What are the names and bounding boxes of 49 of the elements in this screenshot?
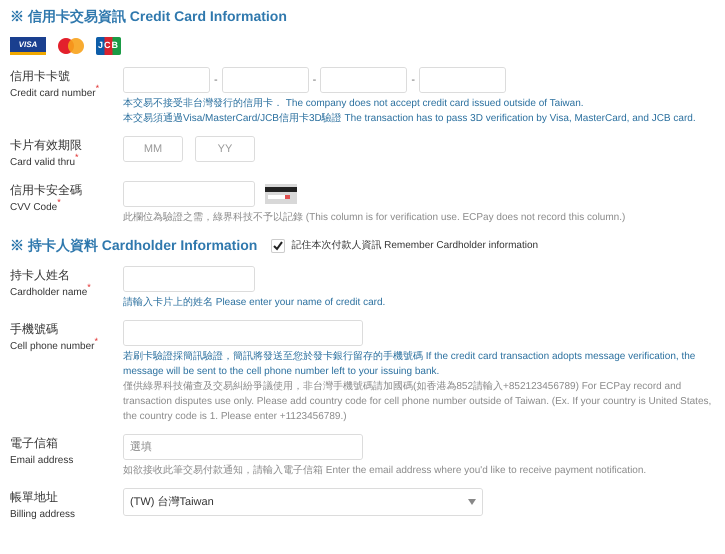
check-icon (273, 240, 284, 250)
card-number-field[interactable] (123, 67, 210, 93)
card-number-field[interactable] (320, 67, 408, 93)
separator-text: - (312, 72, 316, 88)
section-title: ※ 持卡人資料 Cardholder Information (10, 236, 258, 255)
field-sublabel: Cell phone number (10, 341, 94, 354)
card-back-icon (265, 184, 297, 204)
info-note: 本交易須通過Visa/MasterCard/JCB信用卡3D驗證 The transaction has to pass 3D verification by Visa, MasterCard, and JCB card. (123, 112, 697, 126)
required-mark: * (57, 198, 61, 207)
field-sublabel: Card valid thru (10, 157, 76, 170)
checkbox[interactable] (271, 238, 286, 252)
field-sublabel: Billing address (10, 508, 76, 522)
separator-text: - (411, 72, 416, 88)
info-note: 若刷卡驗證採簡訊驗證，簡訊將發送至您於發卡銀行留存的手機號碼 If the credit card transaction adopts message verification, the message will be sent to the cell phone number left to your issuing bank. (123, 350, 696, 379)
field-label: 信用卡卡號 (10, 68, 71, 84)
separator-text: - (214, 72, 218, 88)
expiry-field[interactable]: MM (123, 136, 183, 162)
field-label: 持卡人姓名 (10, 267, 71, 283)
field-sublabel: Email address (10, 454, 74, 468)
help-note: 如欲接收此筆交易付款通知，請輸入電子信箱 Enter the email address where you'd like to receive payment notification. (123, 464, 648, 478)
field-label: 信用卡安全碼 (10, 182, 83, 198)
cvv-field[interactable] (123, 181, 255, 207)
required-mark: * (96, 84, 100, 93)
country-select[interactable]: (TW) 台灣Taiwan (123, 488, 483, 516)
help-note: 僅供綠界科技備查及交易糾紛爭議使用，非台灣手機號碼請加國碼(如香港為852請輸入+852123456789) For ECPay record and transaction disputes use only. Please add country code for cell phone number outside of Taiwan. (Ex. If your country is United States, the country code is 1. Please enter +1123456789.) (123, 380, 712, 424)
card-logo-icon (56, 37, 86, 55)
card-number-field[interactable] (222, 67, 309, 93)
text-field[interactable]: 選填 (123, 434, 363, 460)
field-sublabel: Cardholder name (10, 287, 88, 300)
checkbox-label: 記住本次付款人資訊 Remember Cardholder information (291, 238, 538, 253)
field-label: 帳單地址 (10, 489, 59, 505)
section-title: ※ 信用卡交易資訊 Credit Card Information (10, 7, 287, 26)
help-note: 此欄位為驗證之需，綠界科技不予以記錄 (This column is for verification use. ECPay does not record this column.) (123, 210, 626, 225)
required-mark: * (94, 337, 98, 346)
card-number-field[interactable] (419, 67, 506, 93)
text-field[interactable] (123, 320, 363, 346)
expiry-field[interactable]: YY (195, 136, 255, 162)
text-field[interactable] (123, 266, 255, 292)
field-label: 電子信箱 (10, 435, 59, 451)
info-note: 請輸入卡片上的姓名 Please enter your name of credit card. (123, 296, 386, 310)
required-mark: * (87, 283, 91, 292)
info-note: 本交易不接受非台灣發行的信用卡． The company does not accept credit card issued outside of Taiwan. (123, 96, 585, 111)
field-sublabel: Credit card number (10, 88, 96, 101)
required-mark: * (75, 153, 79, 162)
logo-text: VISA (18, 40, 38, 48)
caret-icon (468, 499, 476, 505)
field-sublabel: CVV Code (10, 202, 58, 215)
field-label: 手機號碼 (10, 321, 59, 337)
field-label: 卡片有效期限 (10, 137, 83, 153)
